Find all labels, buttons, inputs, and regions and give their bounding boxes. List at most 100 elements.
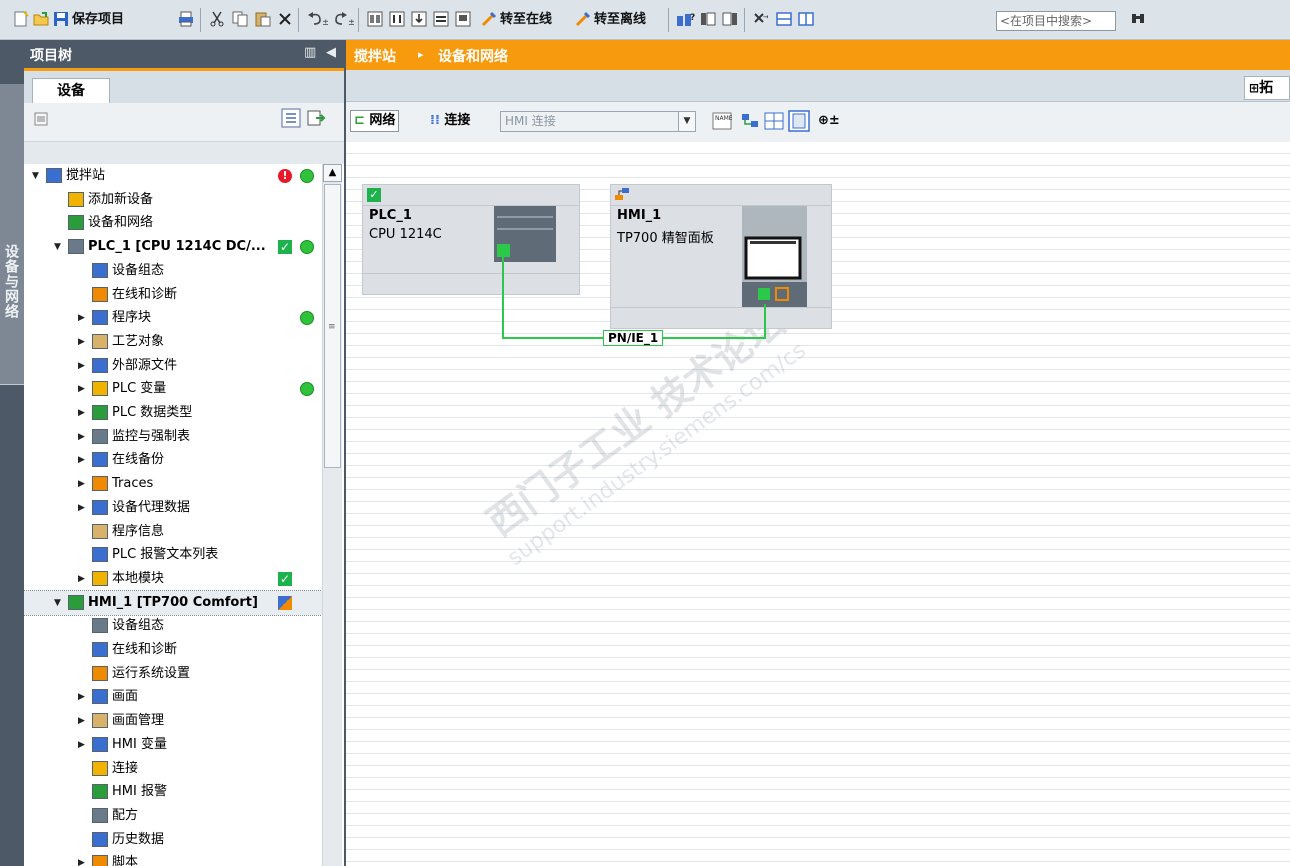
tree-item[interactable]: ▶ 外部源文件 <box>24 354 322 378</box>
tree-item[interactable]: ▼ HMI_1 [TP700 Comfort] <box>24 589 322 616</box>
connection-type-value: HMI 连接 <box>505 114 556 128</box>
plc-device[interactable]: ✓ PLC_1 CPU 1214C <box>362 184 580 295</box>
collapsed-arrow-icon[interactable]: ▶ <box>78 377 88 401</box>
tree-item[interactable]: 历史数据 <box>24 828 322 852</box>
tree-item[interactable]: ▶ 画面 <box>24 685 322 709</box>
go-online-button[interactable]: 转至在线 <box>500 10 552 30</box>
tree-item[interactable]: ▶ 工艺对象 <box>24 330 322 354</box>
redo-icon[interactable]: ± <box>332 11 354 27</box>
show-names-icon[interactable]: NAME <box>712 112 732 130</box>
overview-view-icon[interactable] <box>281 108 301 128</box>
tree-item[interactable]: ▶ 画面管理 <box>24 709 322 733</box>
tree-item[interactable]: PLC 报警文本列表 <box>24 543 322 567</box>
collapsed-arrow-icon[interactable]: ▶ <box>78 567 88 591</box>
panel-layout-icon[interactable]: ▥ <box>304 45 316 60</box>
collapsed-arrow-icon[interactable]: ▶ <box>78 733 88 757</box>
network-overview-icon[interactable] <box>740 112 760 130</box>
tree-item[interactable]: ▶ 本地模块 ✓ <box>24 567 322 591</box>
tree-item[interactable]: ▶ Traces <box>24 472 322 496</box>
tree-item[interactable]: ▶ PLC 变量 <box>24 377 322 401</box>
tree-item[interactable]: ▼ 搅拌站! <box>24 164 322 188</box>
network-view-button[interactable]: ⊏ 网络 <box>350 110 400 132</box>
tree-item[interactable]: ▶ 在线备份 <box>24 448 322 472</box>
split-view-icon[interactable] <box>367 11 383 27</box>
download-to-device-icon[interactable] <box>411 11 427 27</box>
tree-item[interactable]: 程序信息 <box>24 520 322 544</box>
tree-item[interactable]: 运行系统设置 <box>24 662 322 686</box>
expanded-arrow-icon[interactable]: ▼ <box>54 235 64 259</box>
device-node-icon[interactable] <box>33 111 49 127</box>
split-horizontal-icon[interactable] <box>776 11 792 27</box>
expanded-arrow-icon[interactable]: ▼ <box>32 164 42 188</box>
simulation-icon[interactable] <box>455 11 471 27</box>
tree-item[interactable]: 设备组态 <box>24 614 322 638</box>
expanded-arrow-icon[interactable]: ▼ <box>54 591 64 615</box>
breadcrumb-project[interactable]: 搅拌站 <box>354 46 396 66</box>
tree-item[interactable]: ▶ 脚本 <box>24 851 322 866</box>
go-offline-icon[interactable] <box>575 11 591 27</box>
accessible-devices-icon[interactable]: ? <box>676 11 696 27</box>
tree-item[interactable]: 在线和诊断 <box>24 283 322 307</box>
search-binoculars-icon[interactable] <box>1130 11 1146 27</box>
go-offline-button[interactable]: 转至离线 <box>594 10 646 30</box>
cut-icon[interactable] <box>209 11 225 27</box>
start-cpu-icon[interactable] <box>700 11 716 27</box>
tree-item[interactable]: ▶ PLC 数据类型 <box>24 401 322 425</box>
detail-view-icon[interactable] <box>306 108 326 128</box>
collapsed-arrow-icon[interactable]: ▶ <box>78 472 88 496</box>
tree-item[interactable]: 设备组态 <box>24 259 322 283</box>
project-search-input[interactable]: <在项目中搜索> <box>996 11 1116 31</box>
tree-item[interactable]: 添加新设备 <box>24 188 322 212</box>
go-online-icon[interactable] <box>481 11 497 27</box>
tree-item[interactable]: ▶ 设备代理数据 <box>24 496 322 520</box>
tree-item[interactable]: ▼ PLC_1 [CPU 1214C DC/... ✓ <box>24 235 322 259</box>
zoom-in-icon[interactable]: ⊕± <box>818 110 840 132</box>
undo-icon[interactable]: ± <box>306 11 328 27</box>
collapse-panel-icon[interactable]: ◀ <box>326 45 336 60</box>
tree-item[interactable]: 连接 <box>24 757 322 781</box>
network-label[interactable]: PN/IE_1 <box>603 330 664 346</box>
collapsed-arrow-icon[interactable]: ▶ <box>78 709 88 733</box>
tree-item[interactable]: 在线和诊断 <box>24 638 322 662</box>
collapsed-arrow-icon[interactable]: ▶ <box>78 685 88 709</box>
save-project-button[interactable]: 保存项目 <box>72 10 124 30</box>
save-icon[interactable] <box>53 11 69 27</box>
collapsed-arrow-icon[interactable]: ▶ <box>78 401 88 425</box>
devices-networks-side-tab[interactable]: 设备与网络 <box>0 84 24 385</box>
tree-scrollbar[interactable]: ▲ ≡ <box>322 164 342 866</box>
cross-reference-icon[interactable]: → <box>752 11 768 27</box>
chevron-down-icon[interactable]: ▼ <box>678 112 695 131</box>
page-break-icon[interactable] <box>788 110 810 132</box>
print-icon[interactable] <box>178 11 194 27</box>
connections-button[interactable]: ⁞⁞ 连接 <box>430 110 470 132</box>
grid-view-icon[interactable] <box>764 112 784 130</box>
collapsed-arrow-icon[interactable]: ▶ <box>78 425 88 449</box>
collapsed-arrow-icon[interactable]: ▶ <box>78 496 88 520</box>
scroll-up-button[interactable]: ▲ <box>323 164 342 182</box>
tree-item[interactable]: 设备和网络 <box>24 211 322 235</box>
collapsed-arrow-icon[interactable]: ▶ <box>78 306 88 330</box>
collapsed-arrow-icon[interactable]: ▶ <box>78 448 88 472</box>
connection-type-select[interactable]: HMI 连接 ▼ <box>500 111 696 132</box>
collapsed-arrow-icon[interactable]: ▶ <box>78 330 88 354</box>
tree-item[interactable]: ▶ 程序块 <box>24 306 322 330</box>
tree-item[interactable]: ▶ 监控与强制表 <box>24 425 322 449</box>
open-project-icon[interactable] <box>33 11 49 27</box>
stop-cpu-icon[interactable] <box>722 11 738 27</box>
split-vertical-icon[interactable] <box>798 11 814 27</box>
copy-icon[interactable] <box>232 11 248 27</box>
collapsed-arrow-icon[interactable]: ▶ <box>78 851 88 866</box>
hmi-device[interactable]: HMI_1 TP700 精智面板 <box>610 184 832 329</box>
delete-icon[interactable] <box>277 11 293 27</box>
new-project-icon[interactable] <box>13 11 29 27</box>
tree-item[interactable]: 配方 <box>24 804 322 828</box>
compile-icon[interactable] <box>389 11 405 27</box>
tab-devices[interactable]: 设备 <box>32 78 110 104</box>
upload-from-device-icon[interactable] <box>433 11 449 27</box>
tree-item[interactable]: ▶ HMI 变量 <box>24 733 322 757</box>
tree-item[interactable]: HMI 报警 <box>24 780 322 804</box>
collapsed-arrow-icon[interactable]: ▶ <box>78 354 88 378</box>
network-canvas[interactable]: 西门子工业 技术论坛 support.industry.siemens.com/… <box>346 142 1290 866</box>
tab-topology[interactable]: ⊞拓 <box>1244 76 1290 100</box>
paste-icon[interactable] <box>255 11 271 27</box>
